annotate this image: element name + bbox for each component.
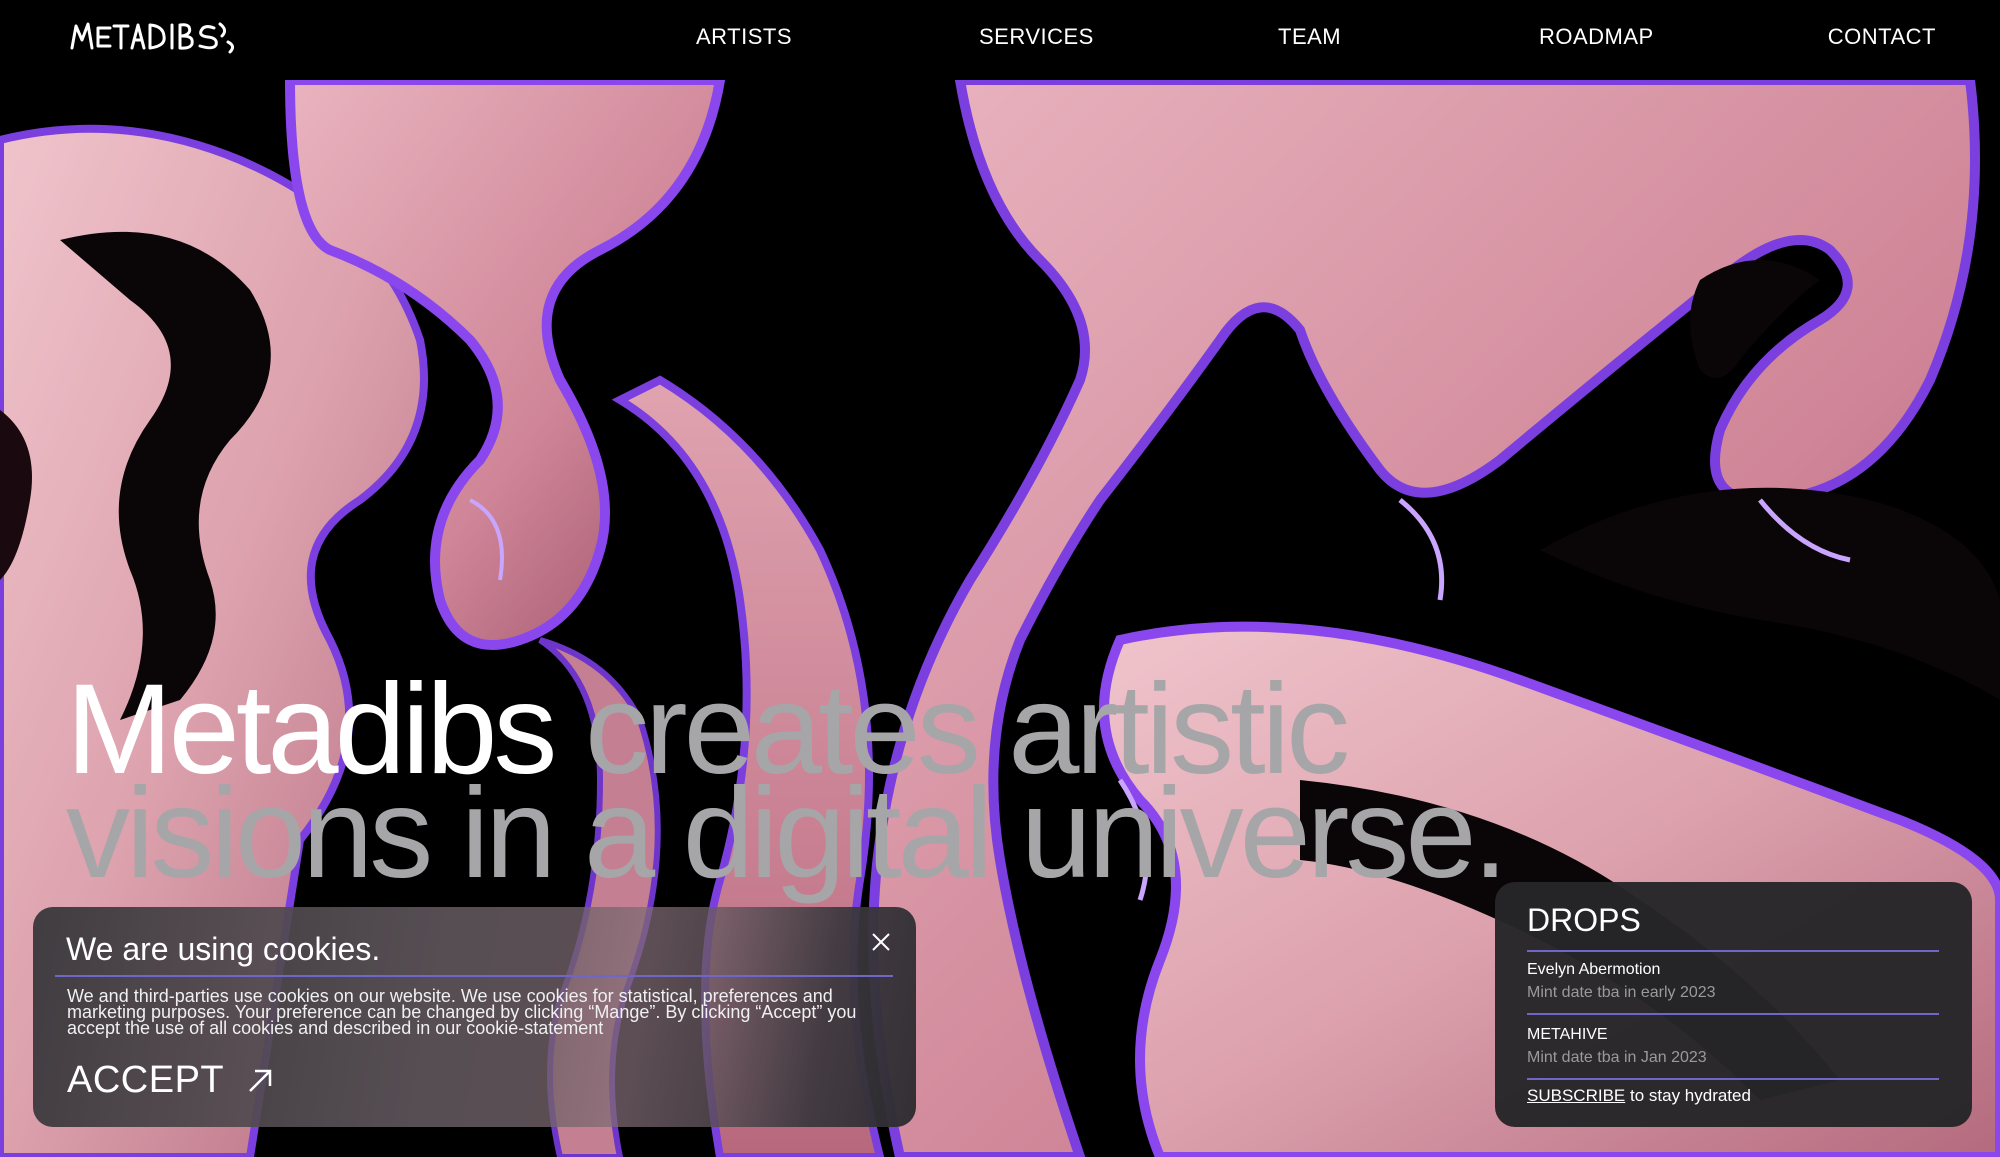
cookie-divider <box>55 975 893 977</box>
drop-item-name[interactable]: METAHIVE <box>1527 1026 1608 1044</box>
drops-divider <box>1527 1013 1939 1015</box>
subscribe-link[interactable]: SUBSCRIBE <box>1527 1086 1625 1105</box>
nav-artists[interactable]: ARTISTS <box>696 24 792 50</box>
metadibs-logo[interactable] <box>68 16 240 56</box>
top-navigation-bar: ARTISTS SERVICES TEAM ROADMAP CONTACT <box>0 0 2000 80</box>
nav-roadmap[interactable]: ROADMAP <box>1539 24 1654 50</box>
drops-divider <box>1527 950 1939 952</box>
accept-button[interactable]: ACCEPT <box>67 1059 274 1102</box>
subscribe-line: SUBSCRIBE to stay hydrated <box>1527 1086 1751 1106</box>
subscribe-text: to stay hydrated <box>1629 1086 1751 1105</box>
hero-headline: Metadibs creates artistic visions in a d… <box>66 666 1566 898</box>
nav-contact[interactable]: CONTACT <box>1828 24 1936 50</box>
drops-panel: DROPS Evelyn Abermotion Mint date tba in… <box>1495 882 1972 1127</box>
drops-divider <box>1527 1078 1939 1080</box>
arrow-up-right-icon <box>249 1069 272 1092</box>
nav-services[interactable]: SERVICES <box>979 24 1094 50</box>
nav-team[interactable]: TEAM <box>1278 24 1341 50</box>
drop-item-date: Mint date tba in early 2023 <box>1527 984 1716 1001</box>
drops-title: DROPS <box>1527 902 1641 938</box>
drop-item-date: Mint date tba in Jan 2023 <box>1527 1049 1707 1066</box>
close-icon[interactable] <box>868 929 894 955</box>
cookie-body-text: We and third-parties use cookies on our … <box>67 986 857 1038</box>
cookie-consent-panel: We are using cookies. We and third-parti… <box>33 907 916 1127</box>
accept-label: ACCEPT <box>67 1059 225 1101</box>
drop-item-name[interactable]: Evelyn Abermotion <box>1527 961 1660 979</box>
cookie-title: We are using cookies. <box>66 931 381 967</box>
